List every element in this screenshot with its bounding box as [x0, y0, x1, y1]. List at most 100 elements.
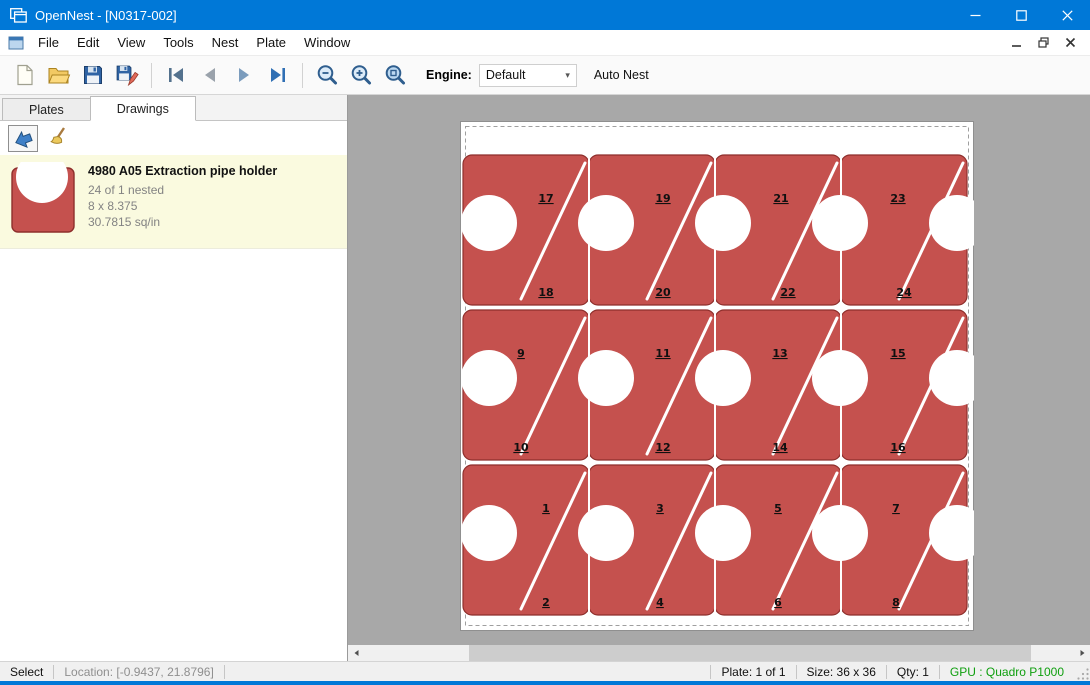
last-plate-button[interactable] — [261, 60, 295, 91]
import-drawings-button[interactable] — [8, 125, 38, 152]
part-cutout-circle — [812, 505, 868, 561]
mdi-minimize-button[interactable] — [1004, 33, 1028, 53]
engine-value: Default — [486, 68, 526, 82]
mdi-close-icon — [1065, 37, 1076, 48]
toolbar: Engine: Default ▾ Auto Nest — [0, 56, 1090, 95]
tab-plates[interactable]: Plates — [2, 98, 91, 120]
part-cutout-circle — [578, 350, 634, 406]
part-number-label[interactable]: 16 — [890, 441, 906, 454]
status-location: Location: [-0.9437, 21.8796] — [54, 662, 223, 681]
statusbar: Select Location: [-0.9437, 21.8796] Plat… — [0, 661, 1090, 681]
mdi-window-controls — [1004, 33, 1090, 53]
part-cutout-circle — [578, 505, 634, 561]
part-number-label[interactable]: 17 — [538, 192, 553, 205]
status-qty: Qty: 1 — [887, 662, 939, 681]
menu-plate[interactable]: Plate — [247, 30, 295, 55]
menu-tools[interactable]: Tools — [154, 30, 202, 55]
chevron-down-icon: ▾ — [565, 70, 570, 81]
part-number-label[interactable]: 7 — [892, 502, 900, 515]
part-number-label[interactable]: 18 — [538, 286, 553, 299]
menubar: File Edit View Tools Nest Plate Window — [0, 30, 1090, 56]
close-button[interactable] — [1044, 0, 1090, 30]
mdi-restore-button[interactable] — [1031, 33, 1055, 53]
menu-window[interactable]: Window — [295, 30, 359, 55]
part-number-label[interactable]: 4 — [656, 596, 664, 609]
zoom-in-icon — [349, 63, 373, 87]
part-number-label[interactable]: 10 — [513, 441, 529, 454]
part-number-label[interactable]: 20 — [655, 286, 671, 299]
previous-plate-button[interactable] — [193, 60, 227, 91]
resize-grip[interactable] — [1074, 662, 1090, 681]
part-number-label[interactable]: 13 — [772, 347, 787, 360]
auto-nest-button[interactable]: Auto Nest — [594, 68, 649, 82]
toolbar-separator — [151, 63, 152, 88]
scrollbar-track[interactable] — [365, 645, 1073, 661]
window-controls — [952, 0, 1090, 30]
menu-view[interactable]: View — [108, 30, 154, 55]
nest-canvas[interactable]: 123456789101112131415161718192021222324 — [348, 95, 1090, 661]
part-number-label[interactable]: 23 — [890, 192, 905, 205]
zoom-in-button[interactable] — [344, 60, 378, 91]
mdi-close-button[interactable] — [1058, 33, 1082, 53]
scroll-right-arrow-icon[interactable] — [1073, 645, 1090, 661]
zoom-fit-button[interactable] — [378, 60, 412, 91]
drawing-dimensions: 8 x 8.375 — [88, 198, 277, 214]
zoom-fit-icon — [383, 63, 407, 87]
drawing-nested-count: 24 of 1 nested — [88, 182, 277, 198]
save-button[interactable] — [76, 60, 110, 91]
menu-nest[interactable]: Nest — [203, 30, 248, 55]
part-number-label[interactable]: 1 — [542, 502, 550, 515]
minimize-button[interactable] — [952, 0, 998, 30]
part-number-label[interactable]: 11 — [655, 347, 670, 360]
first-icon — [165, 65, 187, 85]
part-cutout-circle — [578, 195, 634, 251]
next-plate-button[interactable] — [227, 60, 261, 91]
app-icon — [10, 8, 27, 23]
new-button[interactable] — [8, 60, 42, 91]
window-title: OpenNest - [N0317-002] — [35, 8, 177, 23]
maximize-icon — [1016, 10, 1027, 21]
part-number-label[interactable]: 6 — [774, 596, 782, 609]
part-number-label[interactable]: 15 — [890, 347, 905, 360]
drawing-list-item[interactable]: 4980 A05 Extraction pipe holder 24 of 1 … — [0, 155, 347, 249]
zoom-out-button[interactable] — [310, 60, 344, 91]
first-plate-button[interactable] — [159, 60, 193, 91]
statusbar-gpu: GPU : Quadro P1000 — [940, 662, 1074, 681]
maximize-button[interactable] — [998, 0, 1044, 30]
menu-edit[interactable]: Edit — [68, 30, 108, 55]
part-number-label[interactable]: 9 — [517, 347, 525, 360]
clear-drawings-button[interactable] — [45, 125, 75, 152]
scrollbar-thumb[interactable] — [469, 645, 1031, 661]
drawings-list: 4980 A05 Extraction pipe holder 24 of 1 … — [0, 155, 347, 661]
part-cutout-circle — [812, 195, 868, 251]
next-icon — [233, 65, 255, 85]
part-number-label[interactable]: 2 — [542, 596, 550, 609]
document-icon[interactable] — [8, 36, 24, 50]
tab-drawings[interactable]: Drawings — [90, 96, 196, 121]
previous-icon — [199, 65, 221, 85]
tabstrip: Plates Drawings — [0, 95, 347, 121]
part-number-label[interactable]: 3 — [656, 502, 664, 515]
horizontal-scrollbar[interactable] — [348, 645, 1090, 661]
menu-file[interactable]: File — [29, 30, 68, 55]
part-thumbnail — [8, 162, 78, 241]
part-number-label[interactable]: 12 — [655, 441, 670, 454]
plate[interactable]: 123456789101112131415161718192021222324 — [460, 121, 974, 631]
part-number-label[interactable]: 21 — [773, 192, 788, 205]
part-number-label[interactable]: 14 — [772, 441, 788, 454]
engine-select[interactable]: Default ▾ — [479, 64, 577, 87]
part-number-label[interactable]: 19 — [655, 192, 670, 205]
zoom-out-icon — [315, 63, 339, 87]
broom-icon — [48, 126, 72, 150]
status-size: Size: 36 x 36 — [797, 662, 886, 681]
open-button[interactable] — [42, 60, 76, 91]
mdi-minimize-icon — [1011, 37, 1022, 48]
drawing-item-text: 4980 A05 Extraction pipe holder 24 of 1 … — [88, 162, 277, 241]
part-number-label[interactable]: 5 — [774, 502, 782, 515]
save-as-button[interactable] — [110, 60, 144, 91]
scroll-left-arrow-icon[interactable] — [348, 645, 365, 661]
part-number-label[interactable]: 24 — [896, 286, 912, 299]
part-number-label[interactable]: 8 — [892, 596, 900, 609]
new-document-icon — [15, 64, 35, 86]
part-number-label[interactable]: 22 — [780, 286, 795, 299]
